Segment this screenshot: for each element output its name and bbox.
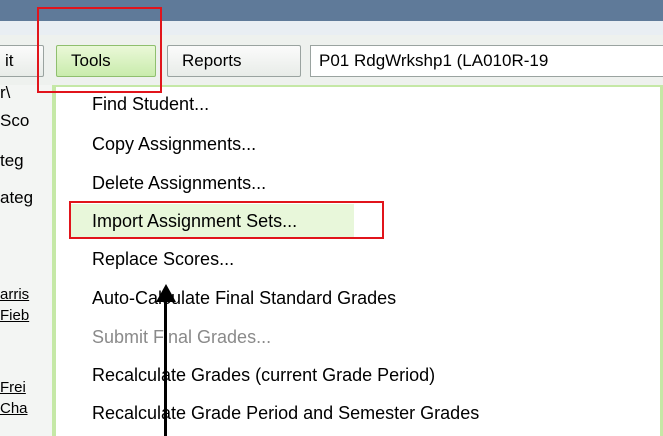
left-fragment[interactable]: arris [0, 286, 29, 303]
menu-item-replace-scores[interactable]: Replace Scores... [92, 244, 234, 274]
menu-item-submit-final-grades: Submit Final Grades... [92, 327, 272, 347]
gradebook-left-column: r\ Sco teg ateg arris Fieb Frei Cha [0, 85, 52, 436]
tools-dropdown-menu: Find Student... Copy Assignments... Dele… [52, 85, 663, 436]
menu-item-find-student[interactable]: Find Student... [92, 89, 209, 119]
left-fragment[interactable]: Cha [0, 400, 28, 417]
left-fragment: ateg [0, 188, 34, 207]
annotation-box-tools [37, 7, 162, 93]
menu-item-delete-assignments[interactable]: Delete Assignments... [92, 168, 266, 198]
left-fragment[interactable]: Fieb [0, 307, 29, 324]
annotation-arrow-shaft [164, 296, 167, 436]
left-fragment[interactable]: Frei [0, 379, 26, 396]
course-selector[interactable]: P01 RdgWrkshp1 (LA010R-19 [310, 45, 663, 77]
left-fragment: r\ [0, 85, 11, 102]
menu-item-copy-assignments[interactable]: Copy Assignments... [92, 129, 256, 159]
menu-item-recalculate-grades-current[interactable]: Recalculate Grades (current Grade Period… [92, 360, 435, 390]
menu-item-auto-calculate-final-standard-grades[interactable]: Auto-Calculate Final Standard Grades [92, 283, 396, 313]
left-fragment: teg [0, 151, 24, 170]
menu-item-recalculate-grade-period-semester[interactable]: Recalculate Grade Period and Semester Gr… [92, 398, 479, 428]
left-fragment: Sco [0, 111, 30, 130]
reports-menu-button[interactable]: Reports [167, 45, 301, 77]
annotation-box-import [69, 201, 384, 239]
